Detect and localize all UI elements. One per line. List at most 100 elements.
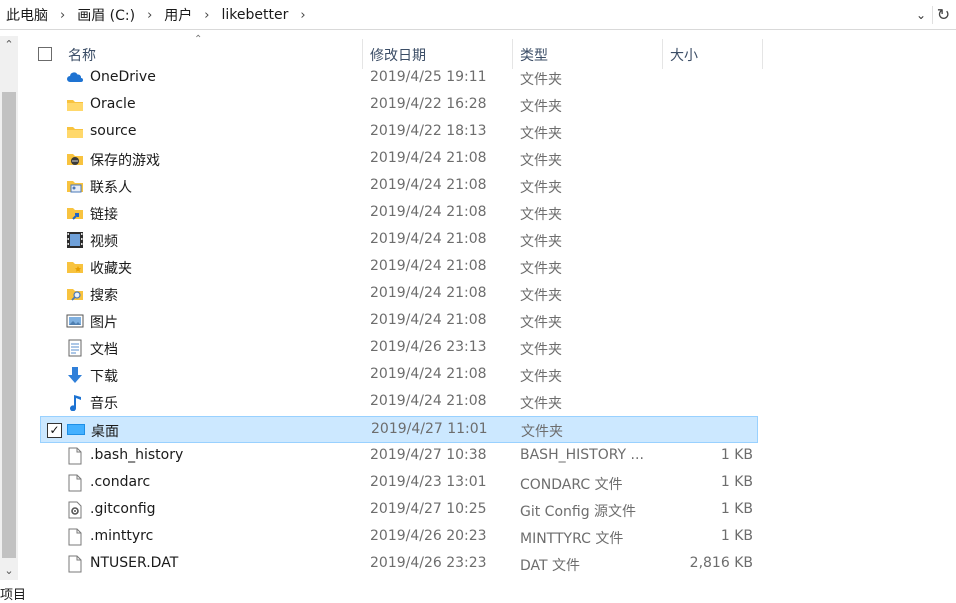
row-date: 2019/4/22 16:28 (370, 96, 487, 112)
scrollbar-thumb[interactable] (2, 92, 16, 558)
table-row[interactable]: 图片 2019/4/24 21:08 文件夹 (40, 308, 758, 335)
row-type: 文件夹 (521, 424, 563, 440)
row-date: 2019/4/24 21:08 (370, 231, 487, 247)
address-bar[interactable]: 此电脑 › 画眉 (C:) › 用户 › likebetter › ⌄ ↻ (0, 0, 956, 30)
row-date: 2019/4/27 10:25 (370, 501, 487, 517)
row-date: 2019/4/22 18:13 (370, 123, 487, 139)
row-name: 链接 (90, 207, 118, 223)
row-name: .bash_history (90, 447, 184, 463)
row-type: 文件夹 (520, 207, 562, 223)
row-type: BASH_HISTORY ... (520, 447, 644, 463)
row-name: NTUSER.DAT (90, 555, 179, 571)
table-row[interactable]: 搜索 2019/4/24 21:08 文件夹 (40, 281, 758, 308)
downloads-icon (66, 366, 84, 384)
row-type: Git Config 源文件 (520, 504, 637, 520)
table-row[interactable]: 音乐 2019/4/24 21:08 文件夹 (40, 389, 758, 416)
table-row[interactable]: 链接 2019/4/24 21:08 文件夹 (40, 200, 758, 227)
refresh-icon[interactable]: ↻ (932, 6, 954, 24)
row-size: 1 KB (720, 528, 753, 544)
table-row[interactable]: .minttyrc 2019/4/26 20:23 MINTTYRC 文件 1 KB (40, 524, 758, 551)
sort-up-icon: ⌃ (194, 34, 203, 45)
chevron-right-icon[interactable]: › (147, 8, 152, 23)
table-row[interactable]: OneDrive 2019/4/25 19:11 文件夹 (40, 65, 758, 92)
column-header-date[interactable]: 修改日期 (370, 45, 426, 65)
chevron-right-icon[interactable]: › (300, 8, 305, 23)
select-all-checkbox[interactable] (38, 47, 52, 61)
row-type: CONDARC 文件 (520, 477, 623, 493)
row-date: 2019/4/27 11:01 (371, 421, 488, 437)
row-type: 文件夹 (520, 288, 562, 304)
scroll-up-icon[interactable]: ⌃ (0, 36, 18, 54)
row-name: 下载 (90, 369, 118, 385)
breadcrumb-item-drive-c[interactable]: 画眉 (C:) (77, 5, 135, 25)
table-row[interactable]: 收藏夹 2019/4/24 21:08 文件夹 (40, 254, 758, 281)
column-header-size[interactable]: 大小 (670, 45, 698, 65)
row-type: 文件夹 (520, 99, 562, 115)
row-name: 桌面 (91, 424, 119, 440)
row-name: 视频 (90, 234, 118, 250)
searches-icon (66, 285, 84, 303)
table-row[interactable]: .condarc 2019/4/23 13:01 CONDARC 文件 1 KB (40, 470, 758, 497)
column-header-name[interactable]: 名称 (68, 45, 96, 65)
row-name: OneDrive (90, 69, 156, 85)
chevron-down-icon[interactable]: ⌄ (912, 6, 930, 24)
row-name: .gitconfig (90, 501, 156, 517)
row-date: 2019/4/24 21:08 (370, 312, 487, 328)
table-row[interactable]: 下载 2019/4/24 21:08 文件夹 (40, 362, 758, 389)
scroll-down-icon[interactable]: ⌄ (0, 562, 18, 580)
table-row[interactable]: .bash_history 2019/4/27 10:38 BASH_HISTORY… (40, 443, 758, 470)
row-name: 文档 (90, 342, 118, 358)
row-type: 文件夹 (520, 180, 562, 196)
row-date: 2019/4/24 21:08 (370, 258, 487, 274)
row-date: 2019/4/23 13:01 (370, 474, 487, 490)
row-size: 1 KB (720, 474, 753, 490)
row-size: 2,816 KB (689, 555, 753, 571)
table-row[interactable]: Oracle 2019/4/22 16:28 文件夹 (40, 92, 758, 119)
table-row[interactable]: 保存的游戏 2019/4/24 21:08 文件夹 (40, 146, 758, 173)
row-size: 1 KB (720, 447, 753, 463)
table-row[interactable]: 文档 2019/4/26 23:13 文件夹 (40, 335, 758, 362)
row-name: source (90, 123, 137, 139)
vertical-scrollbar[interactable]: ⌃ ⌄ (0, 36, 18, 580)
row-type: 文件夹 (520, 72, 562, 88)
row-date: 2019/4/24 21:08 (370, 150, 487, 166)
folder-icon (66, 96, 84, 114)
chevron-right-icon[interactable]: › (204, 8, 209, 23)
breadcrumb-item-likebetter[interactable]: likebetter (221, 7, 288, 23)
table-row[interactable]: NTUSER.DAT 2019/4/26 23:23 DAT 文件 2,816 KB (40, 551, 758, 578)
table-row[interactable]: source 2019/4/22 18:13 文件夹 (40, 119, 758, 146)
breadcrumb-item-users[interactable]: 用户 (164, 5, 192, 25)
breadcrumb-item-this-pc[interactable]: 此电脑 (6, 5, 48, 25)
row-type: 文件夹 (520, 315, 562, 331)
row-date: 2019/4/24 21:08 (370, 366, 487, 382)
row-date: 2019/4/26 23:13 (370, 339, 487, 355)
table-row[interactable]: 联系人 2019/4/24 21:08 文件夹 (40, 173, 758, 200)
row-name: 搜索 (90, 288, 118, 304)
table-row[interactable]: .gitconfig 2019/4/27 10:25 Git Config 源文件 1… (40, 497, 758, 524)
row-type: 文件夹 (520, 342, 562, 358)
row-date: 2019/4/25 19:11 (370, 69, 487, 85)
videos-icon (66, 231, 84, 249)
row-type: MINTTYRC 文件 (520, 531, 624, 547)
row-type: DAT 文件 (520, 558, 581, 574)
row-date: 2019/4/26 20:23 (370, 528, 487, 544)
column-header-type[interactable]: 类型 (520, 45, 548, 65)
onedrive-icon (66, 69, 84, 87)
row-checkbox[interactable]: ✓ (47, 423, 62, 438)
row-type: 文件夹 (520, 153, 562, 169)
favorites-icon (66, 258, 84, 276)
desktop-icon (67, 421, 85, 439)
links-icon (66, 204, 84, 222)
pictures-icon (66, 312, 84, 330)
chevron-right-icon[interactable]: › (60, 8, 65, 23)
column-divider[interactable] (762, 39, 763, 69)
file-icon (66, 447, 84, 465)
row-name: Oracle (90, 96, 136, 112)
table-row[interactable]: ✓ 桌面 2019/4/27 11:01 文件夹 (40, 416, 758, 443)
table-row[interactable]: 视频 2019/4/24 21:08 文件夹 (40, 227, 758, 254)
row-type: 文件夹 (520, 261, 562, 277)
row-name: .condarc (90, 474, 151, 490)
folder-icon (66, 123, 84, 141)
row-date: 2019/4/24 21:08 (370, 393, 487, 409)
row-name: 联系人 (90, 180, 132, 196)
